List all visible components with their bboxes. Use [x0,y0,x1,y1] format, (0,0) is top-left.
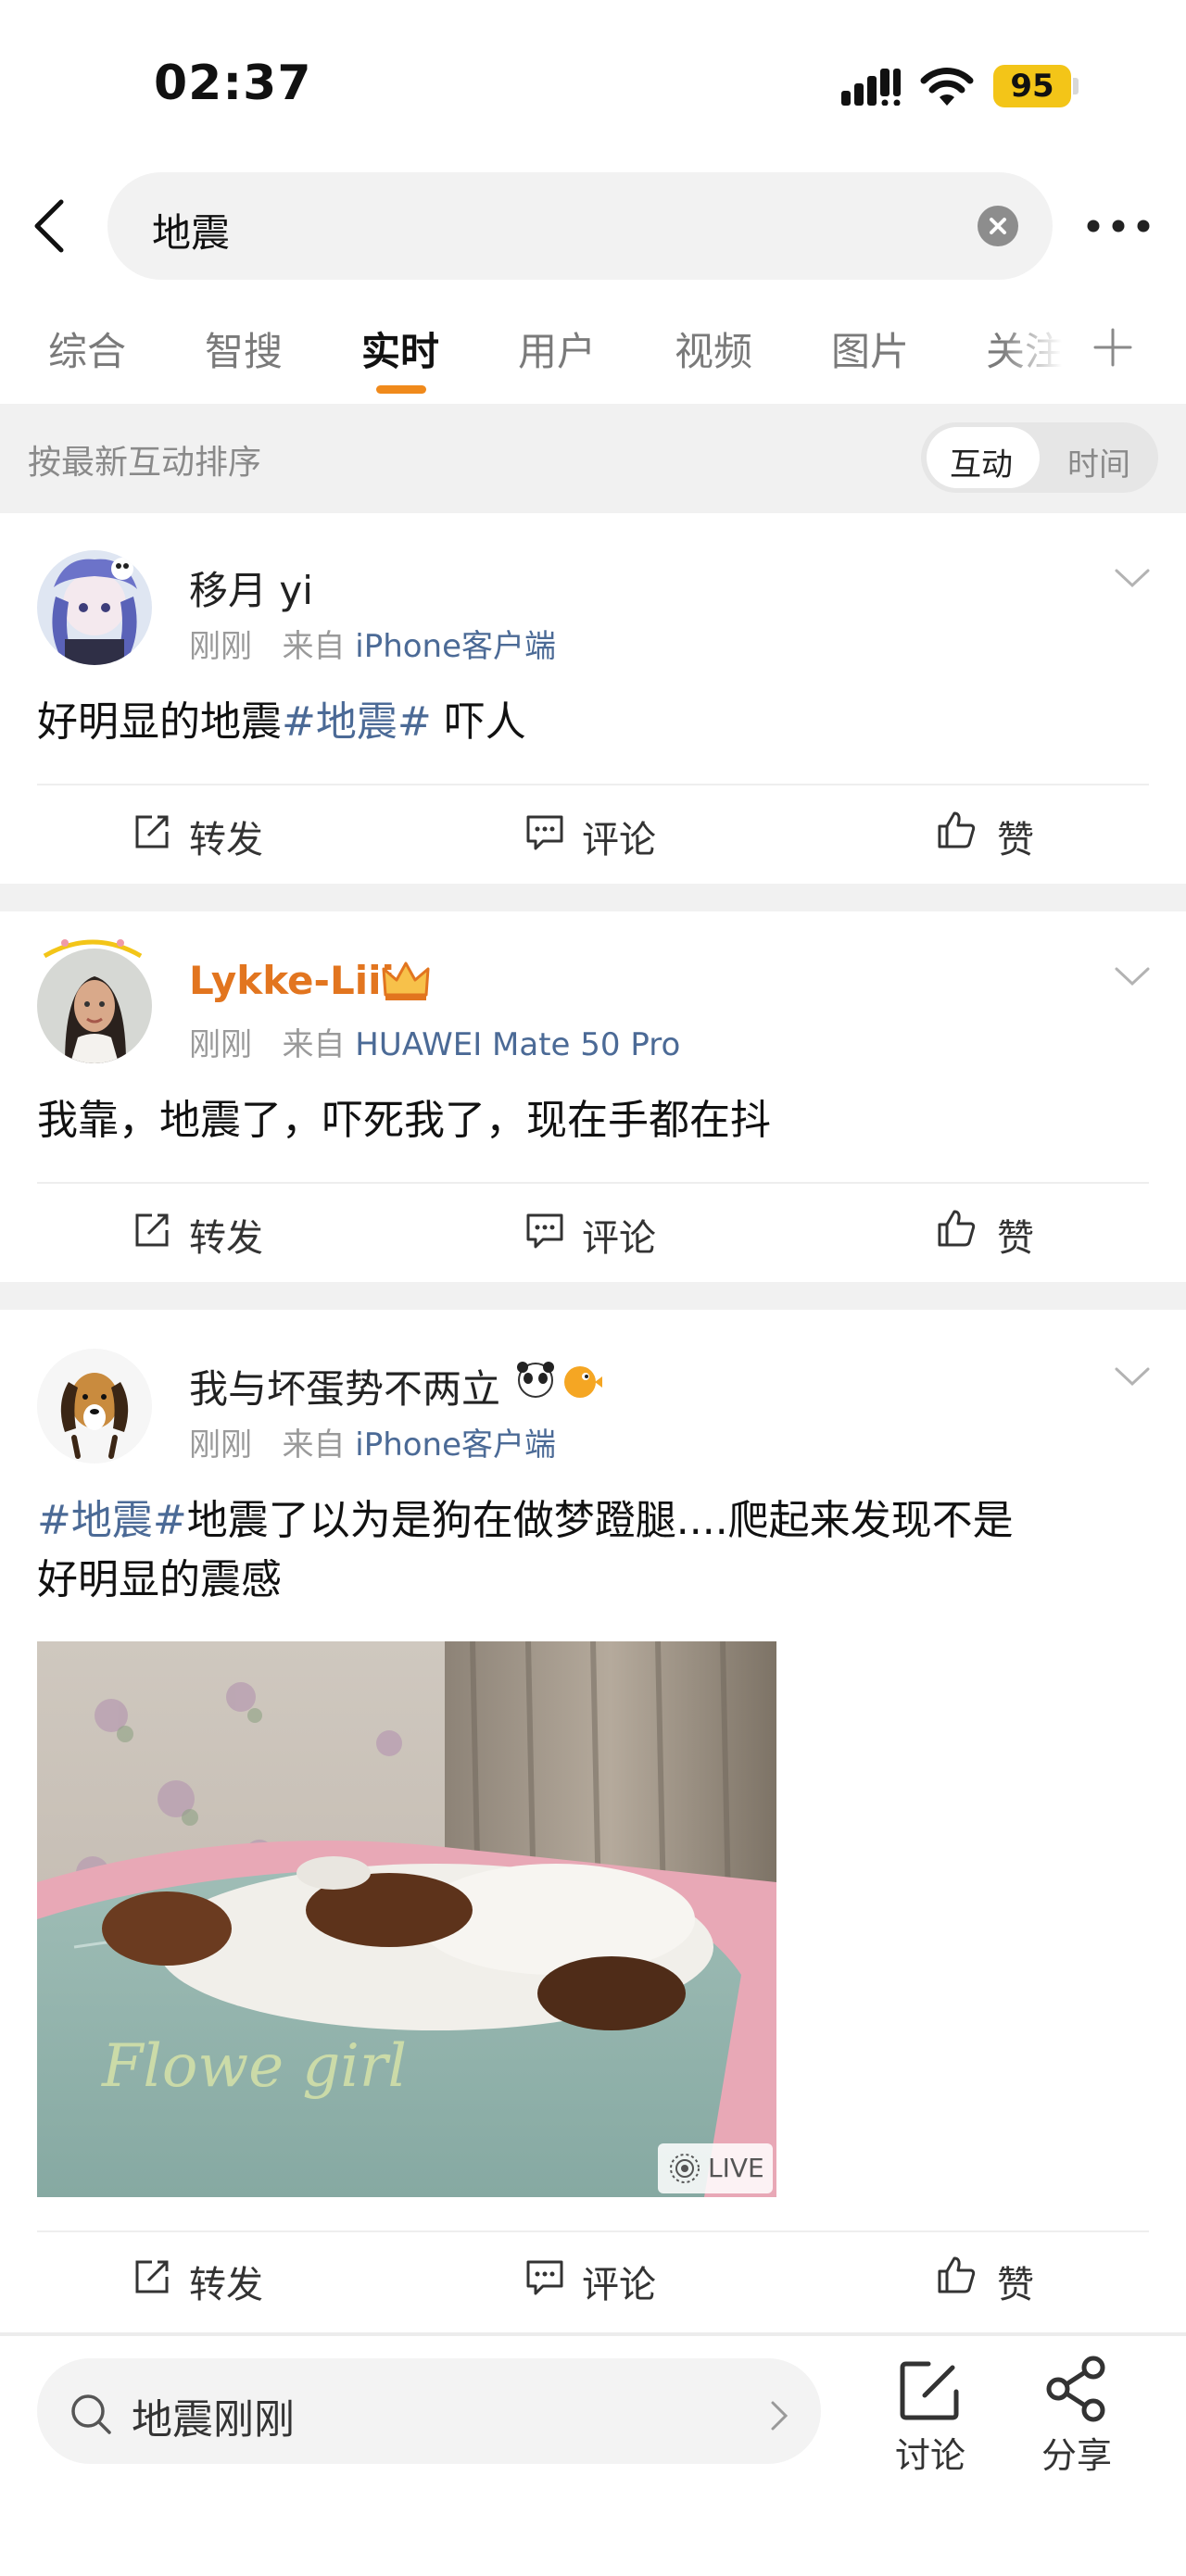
from-prefix: 来自 [282,1426,346,1464]
like-button[interactable]: 赞 [997,810,1034,863]
like-icon[interactable] [936,1208,977,1249]
like-button[interactable]: 赞 [997,2255,1034,2308]
sort-label: 按最新互动排序 [28,444,262,482]
sort-option-interaction[interactable]: 互动 [950,439,1013,484]
hashtag-link[interactable]: #地震# [37,1497,187,1544]
username[interactable]: 我与坏蛋势不两立 [189,1358,500,1414]
divider [37,2230,1149,2232]
tab-fade-overlay [1001,306,1103,389]
hashtag-link[interactable]: #地震# [282,698,432,746]
username[interactable]: 移月 yi [189,559,313,616]
repost-button[interactable]: 转发 [189,2255,263,2308]
search-input[interactable] [107,172,1053,280]
discuss-button[interactable]: 讨论 [895,2427,965,2478]
post-content: 我靠，地震了，吓死我了，现在手都在抖 [37,1097,771,1144]
chevron-down-icon[interactable] [1114,965,1151,987]
avatar[interactable] [37,550,152,665]
repost-icon[interactable] [132,811,172,852]
live-photo-icon [670,2154,700,2183]
post-source[interactable]: HUAWEI Mate 50 Pro [355,1026,680,1063]
post-time: 刚刚 [189,1426,252,1464]
chevron-down-icon[interactable] [1114,567,1151,589]
bottom-search-text[interactable]: 地震刚刚 [132,2386,295,2445]
active-tab-indicator [376,385,426,394]
live-photo-badge: LIVE [658,2143,773,2193]
username[interactable]: Lykke-Liii [189,958,395,1003]
share-icon[interactable] [1043,2355,1108,2423]
post-source[interactable]: iPhone客户端 [355,628,556,665]
more-options-icon[interactable] [1086,219,1151,233]
post-separator [0,1282,1186,1310]
post-time: 刚刚 [189,628,252,665]
avatar-halo-icon [43,939,143,959]
post-separator [0,884,1186,911]
post-image[interactable]: Flowe girl [37,1641,776,2197]
share-button[interactable]: 分享 [1041,2427,1112,2478]
avatar[interactable] [37,949,152,1063]
post-meta: 刚刚 来自 iPhone客户端 [189,621,556,666]
close-icon [990,218,1006,234]
divider [37,1182,1149,1184]
chevron-down-icon[interactable] [1114,1365,1151,1388]
post-meta: 刚刚 来自 HUAWEI Mate 50 Pro [189,1019,680,1064]
discuss-edit-icon[interactable] [897,2358,962,2423]
comment-icon[interactable] [524,2256,565,2297]
wifi-icon [920,68,974,106]
post-source[interactable]: iPhone客户端 [355,1426,556,1464]
emoji-badges-icon [517,1362,602,1398]
chevron-right-icon [771,2401,789,2431]
tab-users[interactable]: 用户 [518,320,596,377]
comment-button[interactable]: 评论 [582,810,656,863]
like-button[interactable]: 赞 [997,1208,1034,1262]
post-time: 刚刚 [189,1026,252,1063]
tab-comprehensive[interactable]: 综合 [48,320,126,377]
search-query[interactable]: 地震 [152,202,230,258]
tab-videos[interactable]: 视频 [675,320,752,377]
battery-tip [1073,78,1079,94]
back-arrow-icon[interactable] [28,198,74,254]
like-icon[interactable] [936,810,977,850]
clear-search-button[interactable] [978,206,1018,246]
from-prefix: 来自 [282,1026,346,1063]
post-meta: 刚刚 来自 iPhone客户端 [189,1419,556,1464]
divider [37,784,1149,785]
search-icon [71,2394,111,2434]
from-prefix: 来自 [282,628,346,665]
tab-realtime[interactable]: 实时 [361,320,439,377]
battery-level: 95 [993,65,1071,107]
comment-button[interactable]: 评论 [582,2255,656,2308]
comment-icon[interactable] [524,811,565,852]
repost-button[interactable]: 转发 [189,1208,263,1262]
tab-images[interactable]: 图片 [831,320,909,377]
post-content: 好明显的地震#地震# 吓人 [37,698,526,746]
cellular-signal-icon [841,69,901,106]
avatar[interactable] [37,1349,152,1464]
vip-crown-icon [382,961,430,1000]
svg-text:Flowe girl: Flowe girl [101,2032,407,2101]
repost-icon[interactable] [132,2256,172,2297]
status-time: 02:37 [154,56,312,111]
like-icon[interactable] [936,2255,977,2295]
post-content: #地震#地震了以为是狗在做梦蹬腿....爬起来发现不是 好明显的震感 [37,1497,1014,1603]
repost-icon[interactable] [132,1210,172,1250]
comment-button[interactable]: 评论 [582,1208,656,1262]
add-tab-icon[interactable] [1091,326,1134,369]
tab-smart-search[interactable]: 智搜 [205,320,283,377]
sort-option-time[interactable]: 时间 [1067,439,1130,484]
comment-icon[interactable] [524,1210,565,1250]
repost-button[interactable]: 转发 [189,810,263,863]
